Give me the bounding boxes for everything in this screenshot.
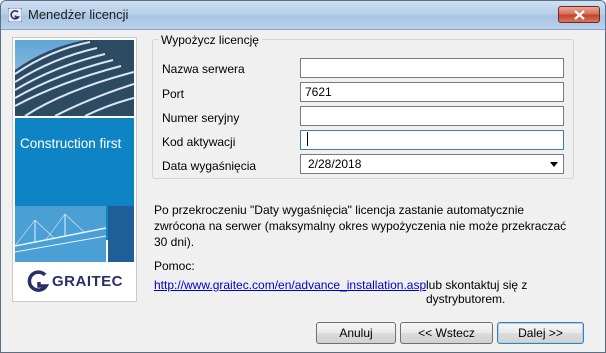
activation-code-input[interactable] — [300, 130, 564, 150]
next-button[interactable]: Dalej >> — [497, 322, 584, 344]
graitec-logo-icon — [27, 270, 50, 292]
server-name-input[interactable] — [300, 58, 564, 78]
building-photo — [15, 40, 134, 116]
group-title: Wypożycz licencję — [158, 33, 262, 47]
expiry-date-combo[interactable]: 2/28/2018 — [300, 154, 564, 174]
back-button[interactable]: << Wstecz — [400, 322, 493, 344]
activation-code-label: Kod aktywacji — [162, 135, 236, 149]
server-name-label: Nazwa serwera — [162, 62, 245, 76]
help-label: Pomoc: — [154, 259, 195, 273]
bridge-tiles — [14, 206, 134, 262]
port-input[interactable]: 7621 — [300, 82, 564, 102]
contact-text: lub skontaktuj się z dystrybutorem. — [426, 278, 528, 306]
window-title: Menedżer licencji — [28, 7, 129, 22]
title-bar[interactable]: Menedżer licencji — [1, 1, 605, 30]
cancel-button[interactable]: Anuluj — [316, 322, 396, 344]
brand-side-panel: Construction first GRAITEC — [12, 37, 137, 302]
expiry-date-value: 2/28/2018 — [308, 157, 362, 171]
graitec-app-icon — [8, 8, 22, 22]
logo-text: GRAITEC — [52, 273, 123, 290]
expiry-date-label: Data wygaśnięcia — [162, 159, 257, 173]
license-manager-window: Menedżer licencji Construction first GRA… — [0, 0, 606, 353]
serial-number-input[interactable] — [300, 106, 564, 126]
port-label: Port — [162, 87, 185, 101]
close-button[interactable] — [558, 6, 600, 23]
expiry-info-text: Po przekroczeniu "Daty wygaśnięcia" lice… — [154, 203, 567, 249]
banner-text: Construction first — [20, 136, 122, 151]
help-link[interactable]: http://www.graitec.com/en/advance_instal… — [154, 278, 426, 292]
serial-number-label: Numer seryjny — [162, 111, 240, 125]
graitec-logo: GRAITEC — [15, 264, 134, 299]
close-icon — [574, 10, 585, 20]
chevron-down-icon[interactable] — [546, 156, 562, 172]
text-cursor — [307, 132, 308, 146]
